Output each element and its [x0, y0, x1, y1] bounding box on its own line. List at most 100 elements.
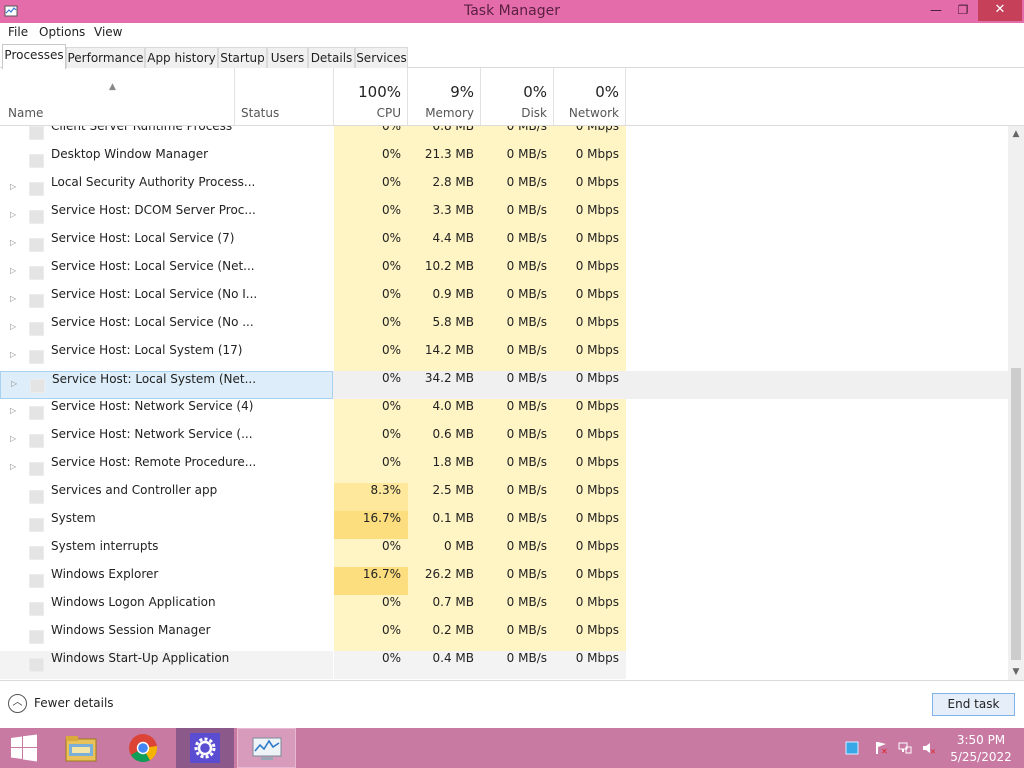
process-name-cell[interactable]: ▷ Service Host: Local Service (7) [0, 231, 333, 259]
process-row[interactable]: ▷ Service Host: Network Service (... 0% 0.6… [0, 427, 1008, 455]
process-row[interactable]: ▷ Service Host: Local Service (No ... 0% 5.… [0, 315, 1008, 343]
process-name-cell[interactable]: ▷ Local Security Authority Process... [0, 175, 333, 203]
chrome-taskbar-button[interactable] [118, 728, 168, 768]
process-name-cell[interactable]: ▷ Service Host: Network Service (... [0, 427, 333, 455]
tab-processes[interactable]: Processes [2, 44, 66, 69]
process-name-cell[interactable]: Services and Controller app [0, 483, 333, 511]
process-name-cell[interactable]: Client Server Runtime Process [0, 126, 333, 147]
menu-file[interactable]: File [8, 25, 28, 39]
scroll-thumb[interactable] [1011, 368, 1021, 660]
column-name[interactable]: ▲ Name [0, 68, 235, 125]
process-name-cell[interactable]: System interrupts [0, 539, 333, 567]
expand-chevron-icon[interactable]: ▷ [10, 182, 16, 191]
vertical-scrollbar[interactable]: ▲ ▼ [1008, 126, 1024, 680]
menu-view[interactable]: View [94, 25, 122, 39]
expand-chevron-icon[interactable]: ▷ [10, 462, 16, 471]
action-center-icon[interactable]: ✕ [874, 741, 888, 755]
column-cpu[interactable]: 100% CPU [334, 68, 408, 125]
maximize-button[interactable]: ❐ [950, 0, 976, 21]
expand-chevron-icon[interactable]: ▷ [10, 350, 16, 359]
tab-app-history[interactable]: App history [145, 47, 218, 68]
process-row[interactable]: Client Server Runtime Process 0% 0.8 MB 0 M… [0, 126, 1008, 147]
menu-options[interactable]: Options [39, 25, 85, 39]
process-cpu-cell: 0% [334, 259, 408, 287]
file-explorer-taskbar-button[interactable] [56, 728, 106, 768]
memory-total-percent: 9% [450, 83, 474, 101]
tab-startup[interactable]: Startup [218, 47, 267, 68]
process-name-cell[interactable]: ▷ Service Host: Local Service (Net... [0, 259, 333, 287]
scroll-up-icon[interactable]: ▲ [1008, 126, 1024, 142]
process-cpu-cell: 0% [334, 427, 408, 455]
network-icon[interactable] [898, 741, 912, 755]
tab-users[interactable]: Users [267, 47, 308, 68]
expand-chevron-icon[interactable]: ▷ [10, 406, 16, 415]
process-name-cell[interactable]: ▷ Service Host: Local Service (No ... [0, 315, 333, 343]
tab-performance[interactable]: Performance [66, 47, 145, 68]
process-cpu-value: 0% [381, 539, 401, 553]
process-name-cell[interactable]: Windows Session Manager [0, 623, 333, 651]
process-row[interactable]: Windows Session Manager 0% 0.2 MB 0 MB/s 0 M… [0, 623, 1008, 651]
process-row[interactable]: ▷ Service Host: Remote Procedure... 0% 1.8 … [0, 455, 1008, 483]
process-icon [29, 406, 44, 420]
process-row[interactable]: Desktop Window Manager 0% 21.3 MB 0 MB/s 0 M… [0, 147, 1008, 175]
clock-date[interactable]: 5/25/2022 [948, 750, 1014, 764]
process-row[interactable]: System 16.7% 0.1 MB 0 MB/s 0 Mbps [0, 511, 1008, 539]
column-memory[interactable]: 9% Memory [408, 68, 481, 125]
clock-time[interactable]: 3:50 PM [948, 733, 1014, 747]
task-manager-taskbar-button[interactable] [237, 728, 296, 768]
minimize-button[interactable]: — [920, 0, 952, 21]
start-button[interactable] [0, 728, 46, 768]
process-row[interactable]: System interrupts 0% 0 MB 0 MB/s 0 Mbps [0, 539, 1008, 567]
process-icon [29, 630, 44, 644]
process-row[interactable]: ▷ Local Security Authority Process... 0% 2.… [0, 175, 1008, 203]
process-name-cell[interactable]: Windows Explorer [0, 567, 333, 595]
expand-chevron-icon[interactable]: ▷ [10, 434, 16, 443]
column-network[interactable]: 0% Network [554, 68, 626, 125]
process-disk-cell: 0 MB/s [481, 259, 554, 287]
process-name-cell[interactable]: ▷ Service Host: DCOM Server Proc... [0, 203, 333, 231]
process-row[interactable]: Windows Start-Up Application 0% 0.4 MB 0 MB… [0, 651, 1008, 679]
process-row[interactable]: ▷ Service Host: Local System (Net... 0% 34.… [0, 371, 1008, 399]
process-row[interactable]: Windows Logon Application 0% 0.7 MB 0 MB/s 0… [0, 595, 1008, 623]
notification-flag-icon[interactable] [845, 741, 859, 755]
process-row[interactable]: Services and Controller app 8.3% 2.5 MB 0 M… [0, 483, 1008, 511]
process-name-cell[interactable]: ▷ Service Host: Local System (17) [0, 343, 333, 371]
process-row[interactable]: ▷ Service Host: DCOM Server Proc... 0% 3.3 … [0, 203, 1008, 231]
process-icon [29, 658, 44, 672]
expand-chevron-icon[interactable]: ▷ [10, 238, 16, 247]
expand-chevron-icon[interactable]: ▷ [10, 210, 16, 219]
expand-chevron-icon[interactable]: ▷ [10, 266, 16, 275]
process-row[interactable]: ▷ Service Host: Local Service (7) 0% 4.4 MB… [0, 231, 1008, 259]
title-bar[interactable]: Task Manager — ❐ ✕ [0, 0, 1024, 23]
tab-details[interactable]: Details [308, 47, 355, 68]
volume-muted-icon[interactable]: ✕ [922, 741, 936, 755]
process-row[interactable]: ▷ Service Host: Local System (17) 0% 14.2 M… [0, 343, 1008, 371]
process-name-cell[interactable]: ▷ Service Host: Local Service (No I... [0, 287, 333, 315]
process-name-cell[interactable]: Windows Start-Up Application [0, 651, 333, 679]
process-name-cell[interactable]: Windows Logon Application [0, 595, 333, 623]
expand-chevron-icon[interactable]: ▷ [11, 379, 17, 388]
fewer-details-link[interactable]: Fewer details [34, 696, 114, 710]
process-name-cell[interactable]: ▷ Service Host: Network Service (4) [0, 399, 333, 427]
chevron-up-icon[interactable]: ︿ [8, 694, 27, 713]
column-disk[interactable]: 0% Disk [481, 68, 554, 125]
process-row[interactable]: ▷ Service Host: Network Service (4) 0% 4.0 … [0, 399, 1008, 427]
column-status[interactable]: Status [235, 68, 334, 125]
process-name: Client Server Runtime Process [51, 126, 233, 133]
process-name-cell[interactable]: ▷ Service Host: Remote Procedure... [0, 455, 333, 483]
process-name-cell[interactable]: ▷ Service Host: Local System (Net... [0, 371, 333, 399]
expand-chevron-icon[interactable]: ▷ [10, 322, 16, 331]
process-disk-value: 0 MB/s [506, 343, 547, 357]
process-row[interactable]: ▷ Service Host: Local Service (Net... 0% 10… [0, 259, 1008, 287]
process-name-cell[interactable]: Desktop Window Manager [0, 147, 333, 175]
process-memory-cell: 0.1 MB [408, 511, 481, 539]
process-name-cell[interactable]: System [0, 511, 333, 539]
end-task-button[interactable]: End task [932, 693, 1015, 716]
tab-services[interactable]: Services [355, 47, 408, 68]
settings-taskbar-button[interactable] [176, 728, 234, 768]
scroll-down-icon[interactable]: ▼ [1008, 664, 1024, 680]
process-row[interactable]: ▷ Service Host: Local Service (No I... 0% 0… [0, 287, 1008, 315]
close-button[interactable]: ✕ [978, 0, 1022, 21]
expand-chevron-icon[interactable]: ▷ [10, 294, 16, 303]
process-row[interactable]: Windows Explorer 16.7% 26.2 MB 0 MB/s 0 Mbps [0, 567, 1008, 595]
